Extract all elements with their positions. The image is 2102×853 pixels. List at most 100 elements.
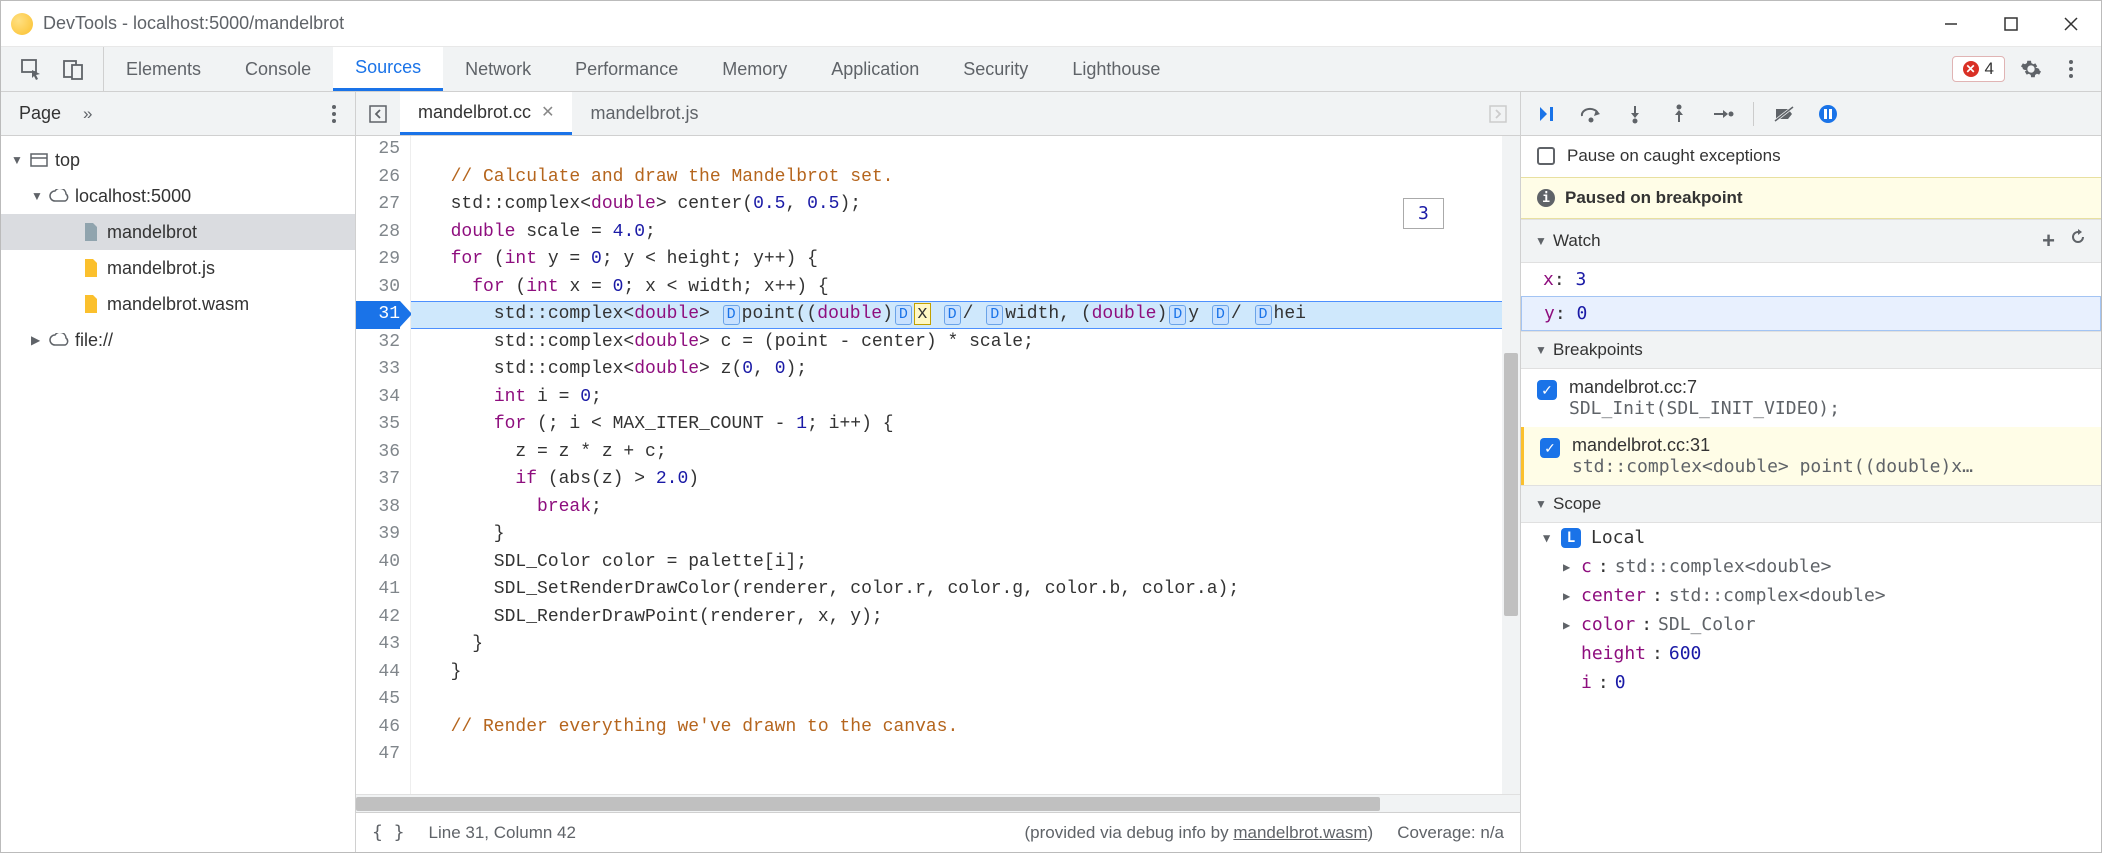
resume-icon[interactable] — [1533, 100, 1561, 128]
close-tab-icon[interactable]: ✕ — [541, 102, 554, 122]
scope-section-header[interactable]: ▼ Scope — [1521, 485, 2101, 523]
code-line[interactable]: int i = 0; — [411, 384, 1502, 412]
code-line[interactable]: for (; i < MAX_ITER_COUNT - 1; i++) { — [411, 411, 1502, 439]
pretty-print-icon[interactable]: { } — [372, 822, 405, 843]
tree-file-label: mandelbrot.wasm — [107, 294, 249, 315]
tab-performance[interactable]: Performance — [553, 47, 700, 91]
tree-file-label: mandelbrot.js — [107, 258, 215, 279]
code-line[interactable]: SDL_SetRenderDrawColor(renderer, color.r… — [411, 576, 1502, 604]
refresh-watch-icon[interactable] — [2069, 228, 2087, 254]
step-icon[interactable] — [1709, 100, 1737, 128]
breakpoints-section-header[interactable]: ▼ Breakpoints — [1521, 331, 2101, 369]
minimize-button[interactable] — [1921, 1, 1981, 47]
code-line[interactable]: if (abs(z) > 2.0) — [411, 466, 1502, 494]
tree-node-label: localhost:5000 — [75, 186, 191, 207]
step-out-icon[interactable] — [1665, 100, 1693, 128]
error-count-badge[interactable]: ✕ 4 — [1952, 56, 2005, 82]
code-line[interactable] — [411, 686, 1502, 714]
code-line[interactable] — [411, 136, 1502, 164]
maximize-button[interactable] — [1981, 1, 2041, 47]
nav-back-icon[interactable] — [364, 100, 392, 128]
scope-variable[interactable]: ▶color: SDL_Color — [1521, 610, 2101, 639]
step-over-icon[interactable] — [1577, 100, 1605, 128]
code-line[interactable]: std::complex<double> z(0, 0); — [411, 356, 1502, 384]
breakpoint-entry[interactable]: ✓mandelbrot.cc:7SDL_Init(SDL_INIT_VIDEO)… — [1521, 369, 2101, 427]
scope-local-header[interactable]: ▼ L Local — [1521, 523, 2101, 552]
page-navigator-label[interactable]: Page — [19, 103, 61, 124]
inspect-element-icon[interactable] — [17, 55, 45, 83]
navigator-more-icon[interactable] — [331, 104, 337, 124]
watch-expression[interactable]: y: 0 — [1521, 296, 2101, 331]
code-line[interactable]: double scale = 4.0; — [411, 219, 1502, 247]
deactivate-breakpoints-icon[interactable] — [1770, 100, 1798, 128]
tree-file[interactable]: mandelbrot.js — [1, 250, 355, 286]
add-watch-icon[interactable]: + — [2042, 228, 2055, 254]
file-tab-label: mandelbrot.js — [590, 103, 698, 124]
nav-fwd-icon[interactable] — [1484, 100, 1512, 128]
tab-network[interactable]: Network — [443, 47, 553, 91]
close-button[interactable] — [2041, 1, 2101, 47]
scope-variable[interactable]: ▶center: std::complex<double> — [1521, 581, 2101, 610]
file-icon — [81, 294, 101, 314]
watch-expression[interactable]: x: 3 — [1521, 263, 2101, 296]
watch-title: Watch — [1553, 231, 1601, 251]
code-line[interactable]: } — [411, 659, 1502, 687]
code-line[interactable] — [411, 741, 1502, 769]
breakpoint-checkbox-icon[interactable]: ✓ — [1537, 380, 1557, 400]
tree-node-label: top — [55, 150, 80, 171]
tab-console[interactable]: Console — [223, 47, 333, 91]
paused-message: Paused on breakpoint — [1565, 188, 1743, 208]
tree-file-label: mandelbrot — [107, 222, 197, 243]
tree-node-file-scheme[interactable]: ▶ file:// — [1, 322, 355, 358]
navigator-overflow-icon[interactable]: » — [83, 104, 92, 124]
code-line[interactable]: z = z * z + c; — [411, 439, 1502, 467]
code-line[interactable]: SDL_Color color = palette[i]; — [411, 549, 1502, 577]
file-tab[interactable]: mandelbrot.cc✕ — [400, 92, 572, 135]
checkbox-icon[interactable] — [1537, 147, 1555, 165]
code-line[interactable]: // Calculate and draw the Mandelbrot set… — [411, 164, 1502, 192]
code-line[interactable]: for (int y = 0; y < height; y++) { — [411, 246, 1502, 274]
step-into-icon[interactable] — [1621, 100, 1649, 128]
editor-horizontal-scrollbar[interactable] — [356, 794, 1520, 812]
code-line[interactable]: break; — [411, 494, 1502, 522]
code-line[interactable]: std::complex<double> center(0.5, 0.5); — [411, 191, 1502, 219]
hover-value-tooltip: 3 — [1403, 198, 1444, 229]
breakpoint-checkbox-icon[interactable]: ✓ — [1540, 438, 1560, 458]
file-tree: ▼ top ▼ localhost:5000 mandelbrot mandelb… — [1, 136, 355, 364]
file-tab[interactable]: mandelbrot.js — [572, 92, 716, 135]
scope-variable[interactable]: i: 0 — [1521, 668, 2101, 697]
code-line[interactable]: std::complex<double> c = (point - center… — [411, 329, 1502, 357]
code-line[interactable]: } — [411, 521, 1502, 549]
devtools-logo-icon — [11, 13, 33, 35]
more-menu-icon[interactable] — [2057, 55, 2085, 83]
breakpoint-entry[interactable]: ✓mandelbrot.cc:31std::complex<double> po… — [1521, 427, 2101, 485]
tab-elements[interactable]: Elements — [104, 47, 223, 91]
tree-file[interactable]: mandelbrot — [1, 214, 355, 250]
pause-exceptions-icon[interactable] — [1814, 100, 1842, 128]
code-line[interactable]: for (int x = 0; x < width; x++) { — [411, 274, 1502, 302]
cloud-icon — [49, 186, 69, 206]
tab-sources[interactable]: Sources — [333, 47, 443, 91]
tree-file[interactable]: mandelbrot.wasm — [1, 286, 355, 322]
code-line[interactable]: std::complex<double> Dpoint((double)Dx D… — [411, 301, 1502, 329]
tab-application[interactable]: Application — [809, 47, 941, 91]
editor-file-tabs: mandelbrot.cc✕ mandelbrot.js — [356, 92, 1520, 136]
pause-caught-label: Pause on caught exceptions — [1567, 146, 1781, 166]
editor-vertical-scrollbar[interactable] — [1502, 136, 1520, 794]
code-editor[interactable]: // Calculate and draw the Mandelbrot set… — [411, 136, 1502, 794]
tab-security[interactable]: Security — [941, 47, 1050, 91]
code-line[interactable]: } — [411, 631, 1502, 659]
watch-section-header[interactable]: ▼ Watch + — [1521, 219, 2101, 263]
line-number-gutter[interactable]: 2526272829303132333435363738394041424344… — [356, 136, 411, 794]
tab-memory[interactable]: Memory — [700, 47, 809, 91]
scope-variable[interactable]: ▶c: std::complex<double> — [1521, 552, 2101, 581]
tree-node-top[interactable]: ▼ top — [1, 142, 355, 178]
device-toolbar-icon[interactable] — [59, 55, 87, 83]
tree-node-host[interactable]: ▼ localhost:5000 — [1, 178, 355, 214]
settings-gear-icon[interactable] — [2017, 55, 2045, 83]
code-line[interactable]: SDL_RenderDrawPoint(renderer, x, y); — [411, 604, 1502, 632]
scope-variable[interactable]: height: 600 — [1521, 639, 2101, 668]
tab-lighthouse[interactable]: Lighthouse — [1050, 47, 1182, 91]
code-line[interactable]: // Render everything we've drawn to the … — [411, 714, 1502, 742]
pause-caught-exceptions-toggle[interactable]: Pause on caught exceptions — [1521, 136, 2101, 177]
